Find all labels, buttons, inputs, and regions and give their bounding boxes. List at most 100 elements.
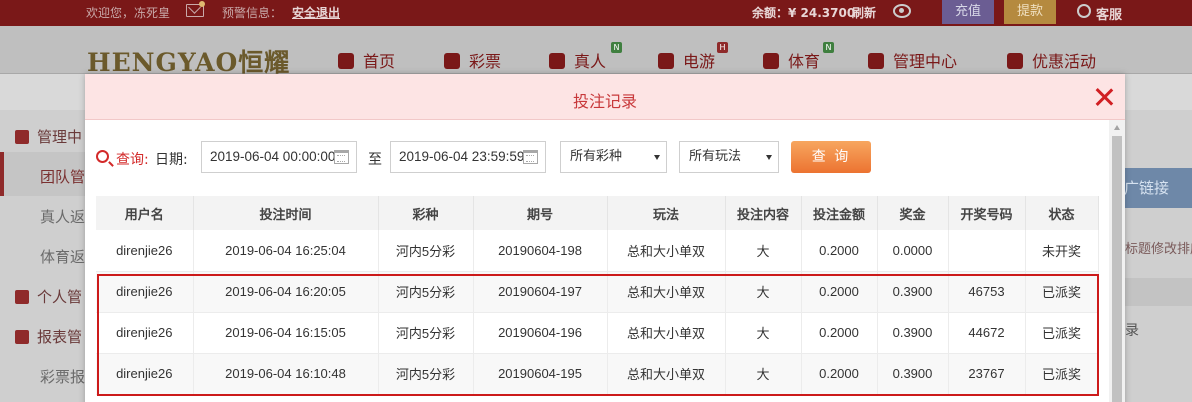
users-icon [15, 130, 29, 144]
sidebar-item-lottery-report[interactable]: 彩票报 [40, 366, 85, 387]
cell-content: 大 [725, 312, 802, 354]
lottery-type-select[interactable]: 所有彩种 [560, 141, 667, 173]
column-header: 状态 [1025, 196, 1099, 230]
scroll-up-icon[interactable] [1114, 125, 1120, 130]
cell-amount: 0.2000 [801, 353, 878, 395]
mail-notification-dot [199, 1, 205, 7]
support-link[interactable]: 客服 [1096, 4, 1122, 23]
column-header: 期号 [473, 196, 608, 230]
sidebar-item-reports[interactable]: 报表管 [15, 326, 82, 347]
right-band [1125, 278, 1192, 306]
calendar-icon[interactable] [523, 150, 538, 164]
cell-username: direnjie26 [96, 312, 194, 354]
cell-content: 大 [725, 353, 802, 395]
column-header: 彩种 [378, 196, 474, 230]
cell-lottery: 河内5分彩 [378, 271, 474, 313]
record-label: 录 [1125, 323, 1139, 339]
deposit-button[interactable]: 充值 [942, 0, 994, 24]
new-badge: N [611, 42, 622, 53]
column-header: 投注时间 [193, 196, 379, 230]
cell-lottery: 河内5分彩 [378, 353, 474, 395]
eye-icon[interactable] [893, 4, 911, 18]
balance-text: 余额：¥ 24.3700 [752, 6, 856, 20]
cell-amount: 0.2000 [801, 312, 878, 354]
cell-status: 未开奖 [1025, 230, 1099, 272]
users-icon [868, 53, 884, 69]
welcome-text: 欢迎您，冻死皇 [86, 6, 171, 20]
cell-play: 总和大小单双 [607, 230, 726, 272]
cell-issue: 20190604-197 [473, 271, 608, 313]
sidebar-item-team[interactable]: 团队管 [40, 166, 85, 187]
sidebar-item-live-rebate[interactable]: 真人返 [40, 206, 85, 227]
cell-username: direnjie26 [96, 271, 194, 313]
cell-winning-number [948, 230, 1026, 272]
sidebar-item-sports-rebate[interactable]: 体育返 [40, 246, 85, 267]
cell-bet-time: 2019-06-04 16:10:48 [193, 353, 379, 395]
table-row[interactable]: direnjie26 2019-06-04 16:10:48 河内5分彩 201… [96, 353, 1099, 395]
start-date-input[interactable]: 2019-06-04 00:00:00 [201, 141, 357, 173]
nav-slots[interactable]: 电游 H [658, 42, 728, 72]
promo-link-button[interactable]: 广链接 [1118, 168, 1192, 208]
home-icon [338, 53, 354, 69]
scrollbar[interactable] [1109, 120, 1125, 402]
cell-status: 已派奖 [1025, 353, 1099, 395]
cell-winning-number: 46753 [948, 271, 1026, 313]
table-row[interactable]: direnjie26 2019-06-04 16:15:05 河内5分彩 201… [96, 312, 1099, 354]
play-type-select[interactable]: 所有玩法 [679, 141, 779, 173]
end-date-input[interactable]: 2019-06-04 23:59:59 [390, 141, 546, 173]
table-header-row: 用户名 投注时间 彩种 期号 玩法 投注内容 投注金额 奖金 开奖号码 状态 [96, 196, 1099, 230]
column-header: 投注内容 [725, 196, 802, 230]
cell-issue: 20190604-198 [473, 230, 608, 272]
calendar-icon[interactable] [334, 150, 349, 164]
query-button[interactable]: 查 询 [791, 141, 871, 173]
ticket-icon [444, 53, 460, 69]
nav-home[interactable]: 首页 [338, 48, 395, 72]
title-sort-note: 标题修改排序 [1125, 242, 1192, 257]
new-badge: N [823, 42, 834, 53]
trophy-icon [763, 53, 779, 69]
nav-sports[interactable]: 体育 N [763, 42, 834, 72]
cell-lottery: 河内5分彩 [378, 312, 474, 354]
cell-lottery: 河内5分彩 [378, 230, 474, 272]
chevron-down-icon [654, 155, 660, 160]
cell-issue: 20190604-195 [473, 353, 608, 395]
cell-status: 已派奖 [1025, 271, 1099, 313]
withdraw-button[interactable]: 提款 [1004, 0, 1056, 24]
modal-header: 投注记录 [85, 74, 1125, 120]
cell-prize: 0.0000 [877, 230, 949, 272]
nav-promotions[interactable]: 优惠活动 [1007, 48, 1096, 72]
nav-live[interactable]: 真人 N [549, 42, 622, 72]
cell-bet-time: 2019-06-04 16:15:05 [193, 312, 379, 354]
modal-title: 投注记录 [572, 92, 637, 111]
column-header: 投注金额 [801, 196, 878, 230]
column-header: 玩法 [607, 196, 726, 230]
column-header: 开奖号码 [948, 196, 1026, 230]
column-header: 奖金 [877, 196, 949, 230]
sidebar-item-management[interactable]: 管理中 [15, 126, 82, 147]
cell-play: 总和大小单双 [607, 353, 726, 395]
person-icon [549, 53, 565, 69]
person-icon [15, 290, 29, 304]
cell-bet-time: 2019-06-04 16:20:05 [193, 271, 379, 313]
support-icon[interactable] [1077, 4, 1091, 18]
hot-badge: H [717, 42, 728, 53]
table-row[interactable]: direnjie26 2019-06-04 16:25:04 河内5分彩 201… [96, 230, 1099, 272]
top-bar: 欢迎您，冻死皇 预警信息： 安全退出 余额：¥ 24.3700 刷新 充值 提款… [0, 0, 1192, 26]
scroll-thumb[interactable] [1112, 136, 1122, 402]
alert-label: 预警信息： [222, 6, 283, 20]
cell-prize: 0.3900 [877, 353, 949, 395]
sidebar-item-personal[interactable]: 个人管 [15, 286, 82, 307]
table-row[interactable]: direnjie26 2019-06-04 16:20:05 河内5分彩 201… [96, 271, 1099, 313]
cell-prize: 0.3900 [877, 271, 949, 313]
cell-winning-number: 44672 [948, 312, 1026, 354]
nav-lottery[interactable]: 彩票 [444, 48, 501, 72]
slot-machine-icon [658, 53, 674, 69]
logout-link[interactable]: 安全退出 [292, 4, 340, 21]
refresh-link[interactable]: 刷新 [852, 4, 876, 21]
cell-play: 总和大小单双 [607, 271, 726, 313]
cell-winning-number: 23767 [948, 353, 1026, 395]
close-icon[interactable] [1093, 86, 1115, 108]
nav-management[interactable]: 管理中心 [868, 48, 957, 72]
to-label: 至 [368, 152, 382, 168]
chevron-down-icon [766, 155, 772, 160]
